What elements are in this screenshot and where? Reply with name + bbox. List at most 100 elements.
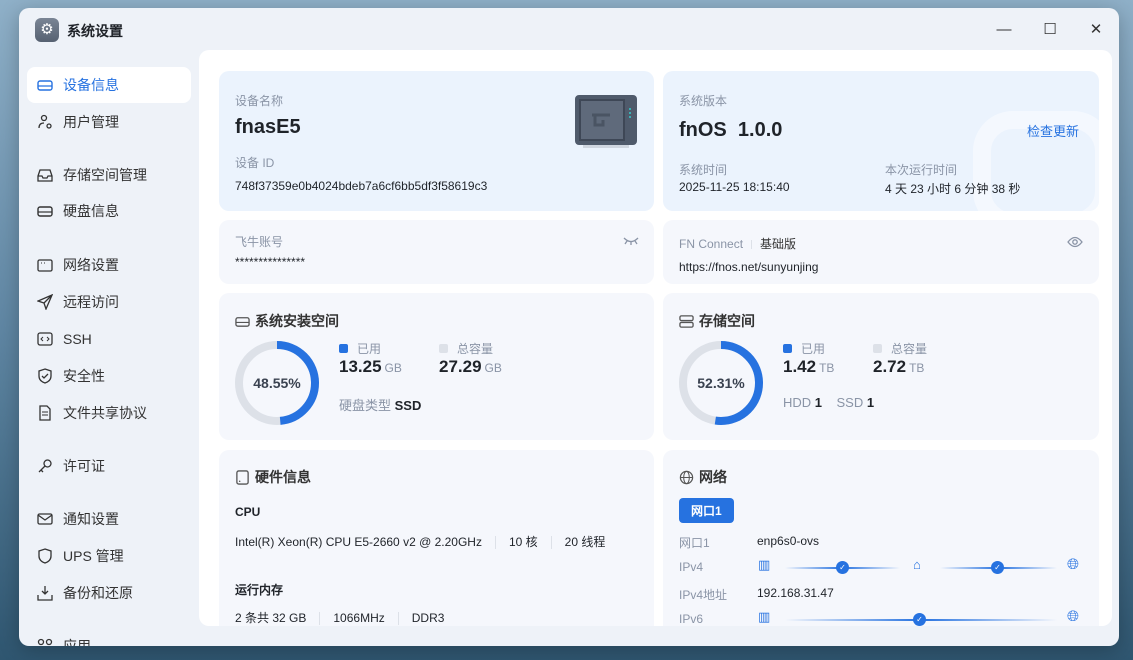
- sidebar-item[interactable]: 备份和还原: [27, 575, 191, 611]
- sidebar-item[interactable]: 应用: [27, 628, 191, 646]
- sidebar-item-label: 网络设置: [63, 257, 119, 273]
- sidebar-item[interactable]: 通知设置: [27, 501, 191, 537]
- sidebar-item[interactable]: 安全性: [27, 358, 191, 394]
- cpu-model: Intel(R) Xeon(R) CPU E5-2660 v2 @ 2.20GH…: [235, 535, 482, 549]
- total-unit: GB: [484, 361, 502, 375]
- sidebar-item-label: 用户管理: [63, 114, 119, 130]
- hardware-card: 硬件信息 CPU Intel(R) Xeon(R) CPU E5-2660 v2…: [219, 450, 654, 626]
- download-icon: [37, 586, 53, 601]
- check-update-link[interactable]: 检查更新: [1027, 121, 1079, 140]
- connect-url: https://fnos.net/sunyunjing: [679, 260, 819, 274]
- sidebar-item[interactable]: 硬盘信息: [27, 193, 191, 229]
- sidebar-item-label: 远程访问: [63, 294, 119, 310]
- divider: [397, 612, 399, 626]
- uptime: 4 天 23 小时 6 分钟 38 秒: [885, 182, 1021, 196]
- fn-connect-label: FN Connect: [679, 237, 744, 251]
- account-value: ***************: [235, 255, 306, 269]
- sidebar-item[interactable]: 用户管理: [27, 104, 191, 140]
- maximize-button[interactable]: ☐: [1038, 18, 1062, 42]
- eye-closed-icon[interactable]: [623, 236, 639, 246]
- shield-check-icon: [38, 368, 52, 384]
- tab-port-1[interactable]: 网口1: [679, 498, 734, 523]
- system-time-label: 系统时间: [679, 163, 728, 177]
- used-value: 13.25: [339, 357, 382, 376]
- title-bar: ⚙ 系统设置 — ☐ ✕: [19, 8, 1119, 50]
- send-icon: [37, 294, 53, 310]
- storage-card: 存储空间 52.31% 已用 1.42 TB 总容量 2.72 TB HDD 1 S…: [663, 293, 1099, 440]
- total-value: 2.72: [873, 357, 907, 376]
- sidebar-item-label: SSH: [63, 331, 92, 347]
- close-button[interactable]: ✕: [1084, 18, 1108, 42]
- apps-icon: [37, 638, 53, 646]
- check-icon: ✓: [991, 561, 1004, 574]
- total-label: 总容量: [891, 342, 928, 356]
- ipv4-address: 192.168.31.47: [757, 586, 834, 600]
- os-name: fnOS: [679, 119, 727, 141]
- divider: [319, 612, 321, 626]
- main-content: 设备名称 fnasE5 设备 ID 748f37359e0b4024bdeb7a…: [199, 50, 1112, 626]
- disk-type: SSD: [394, 398, 422, 413]
- port-name: enp6s0-ovs: [757, 534, 820, 548]
- device-card: 设备名称 fnasE5 设备 ID 748f37359e0b4024bdeb7a…: [219, 71, 654, 211]
- version-card: 系统版本 fnOS 1.0.0 检查更新 系统时间 2025-11-25 18:…: [663, 71, 1099, 211]
- card-title: 硬件信息: [255, 469, 311, 485]
- version-label: 系统版本: [679, 94, 728, 108]
- window-icon: [37, 259, 53, 272]
- disk-type-label: 硬盘类型: [339, 398, 392, 413]
- total-unit: TB: [909, 361, 925, 375]
- card-title: 系统安装空间: [255, 313, 339, 329]
- total-swatch: [873, 344, 882, 353]
- system-space-card: 系统安装空间 48.55% 已用 13.25 GB 总容量 27.29 GB 硬盘类…: [219, 293, 654, 440]
- sidebar-item-label: 应用: [63, 638, 91, 646]
- sidebar-item-label: 存储空间管理: [63, 167, 147, 183]
- used-label: 已用: [801, 342, 826, 356]
- drive-icon: [235, 316, 250, 327]
- sidebar-item[interactable]: 许可证: [27, 448, 191, 484]
- eye-icon[interactable]: [1067, 236, 1083, 248]
- sidebar-item[interactable]: SSH: [27, 321, 191, 357]
- total-label: 总容量: [457, 342, 494, 356]
- hdd-count: 1: [814, 395, 823, 410]
- sidebar-item[interactable]: 文件共享协议: [27, 395, 191, 431]
- sidebar-item-label: 通知设置: [63, 511, 119, 527]
- ipv6-label: IPv6: [679, 612, 704, 626]
- memory-frequency: 1066MHz: [333, 611, 385, 625]
- settings-window: ⚙ 系统设置 — ☐ ✕ 设备信息用户管理存储空间管理 硬盘信息网络设置远程访问 S…: [19, 8, 1119, 646]
- nas-icon: ▥: [758, 609, 771, 624]
- terminal-icon: [37, 332, 53, 346]
- nas-icon: ▥: [758, 557, 771, 572]
- divider: [550, 536, 552, 550]
- sidebar-item-label: 设备信息: [63, 77, 119, 93]
- inbox-icon: [37, 169, 53, 182]
- ipv4-label: IPv4: [679, 560, 704, 574]
- server-icon: [679, 314, 694, 328]
- sidebar-item-label: 许可证: [63, 458, 105, 474]
- total-swatch: [439, 344, 448, 353]
- used-swatch: [783, 344, 792, 353]
- sidebar-item[interactable]: 远程访问: [27, 284, 191, 320]
- device-id-label: 设备 ID: [235, 156, 275, 170]
- sidebar-item[interactable]: 网络设置: [27, 247, 191, 283]
- check-icon: ✓: [836, 561, 849, 574]
- sidebar-item-label: 文件共享协议: [63, 405, 147, 421]
- user-gear-icon: [38, 114, 52, 129]
- sidebar-item-label: 备份和还原: [63, 585, 133, 601]
- os-version: 1.0.0: [737, 119, 783, 141]
- shield-icon: [38, 548, 52, 564]
- device-icon: [236, 469, 249, 485]
- sidebar-item-label: UPS 管理: [63, 548, 124, 564]
- sidebar-item-label: 安全性: [63, 368, 105, 384]
- sidebar-item-label: 硬盘信息: [63, 203, 119, 219]
- connect-tier: 基础版: [760, 237, 797, 251]
- drive-icon: [37, 80, 53, 91]
- globe-icon: [679, 470, 694, 484]
- sidebar-item[interactable]: 存储空间管理: [27, 157, 191, 193]
- mail-icon: [37, 513, 53, 525]
- usage-percent: 52.31%: [697, 375, 745, 391]
- cpu-label: CPU: [235, 505, 261, 519]
- device-name-label: 设备名称: [235, 94, 284, 108]
- sidebar-item[interactable]: UPS 管理: [27, 538, 191, 574]
- gear-icon: ⚙: [35, 18, 59, 42]
- minimize-button[interactable]: —: [992, 18, 1016, 42]
- sidebar-item[interactable]: 设备信息: [27, 67, 191, 103]
